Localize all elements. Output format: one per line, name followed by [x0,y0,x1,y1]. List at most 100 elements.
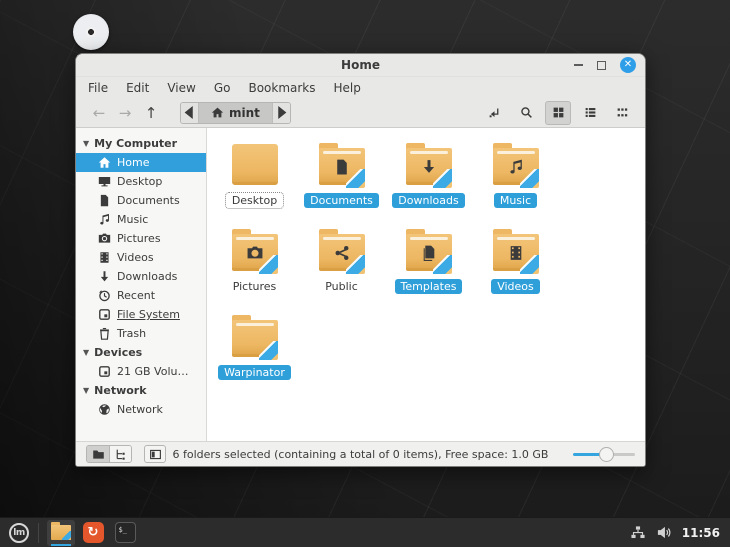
list-view-icon [584,106,597,119]
titlebar[interactable]: Home ✕ [76,54,645,77]
statusbar: 6 folders selected (containing a total o… [76,441,645,466]
sidebar-section-computer[interactable]: ▼ My Computer [76,134,206,153]
expander-icon[interactable]: ▼ [83,139,89,148]
folder-icon-warpinator [232,320,278,357]
menu-view[interactable]: View [167,81,195,95]
file-view[interactable]: Desktop Documents [207,128,645,441]
icon-view-button[interactable] [545,101,571,125]
file-templates[interactable]: Templates [385,226,472,294]
installer-icon: ↻ [83,522,104,543]
close-button[interactable]: ✕ [620,57,636,73]
drive-icon [98,308,111,321]
volume-icon[interactable] [656,525,672,540]
sidebar-item-videos[interactable]: Videos [76,248,206,267]
monitor-icon [98,175,111,188]
clock[interactable]: 11:56 [682,526,720,540]
sidebar-item-pictures[interactable]: Pictures [76,229,206,248]
menubar: File Edit View Go Bookmarks Help [76,77,645,98]
file-desktop[interactable]: Desktop [211,140,298,208]
taskbar-terminal-app[interactable]: $_ [111,520,139,546]
breadcrumb-right-arrow[interactable] [272,103,290,123]
home-icon [211,106,224,119]
sidebar-item-volume[interactable]: 21 GB Volu… [76,362,206,381]
file-videos[interactable]: Videos [472,226,559,294]
menu-button[interactable]: lm [0,518,38,547]
back-button[interactable]: ← [86,104,112,122]
folder-icon-pictures [232,234,278,271]
clock-icon [98,289,111,302]
toolbar: ← → ↑ mint [76,98,645,128]
expander-icon[interactable]: ▼ [83,386,89,395]
terminal-icon: $_ [115,522,136,543]
file-documents[interactable]: Documents [298,140,385,208]
trash-icon [98,327,111,340]
download-arrow-icon [98,270,111,283]
zoom-slider-handle[interactable] [599,447,614,462]
up-button[interactable]: ↑ [138,104,164,122]
sidebar-item-documents[interactable]: Documents [76,191,206,210]
taskbar-separator [38,523,39,543]
camera-icon [98,232,111,245]
music-note-icon [98,213,111,226]
desktop-background: Instal Home ✕ File Edit View Go Bookmark… [0,0,730,547]
globe-icon [98,403,111,416]
file-warpinator[interactable]: Warpinator [211,312,298,380]
sidebar: ▼ My Computer Home Desktop Documents [76,128,207,441]
zoom-slider[interactable] [573,453,635,456]
file-manager-icon [51,525,71,540]
grid-view-icon [552,106,565,119]
folder-icon-public [319,234,365,271]
expander-icon[interactable]: ▼ [83,348,89,357]
folder-icon-desktop [232,148,278,185]
chevron-left-icon [183,106,196,119]
toggle-location-entry-button[interactable] [481,101,507,125]
window-title: Home [76,58,645,72]
file-public[interactable]: Public [298,226,385,294]
compact-view-icon [616,106,629,119]
sidebar-item-network[interactable]: Network [76,400,206,419]
forward-button[interactable]: → [112,104,138,122]
network-tray-icon[interactable] [630,525,646,540]
sidebar-item-desktop[interactable]: Desktop [76,172,206,191]
list-view-button[interactable] [577,101,603,125]
sidebar-item-music[interactable]: Music [76,210,206,229]
taskbar: lm ↻ $_ 11:56 [0,517,730,547]
menu-help[interactable]: Help [334,81,361,95]
taskbar-files-app[interactable] [47,520,75,546]
search-icon [520,106,533,119]
film-icon [98,251,111,264]
file-music[interactable]: Music [472,140,559,208]
breadcrumb-current[interactable]: mint [199,103,272,123]
menu-bookmarks[interactable]: Bookmarks [248,81,315,95]
sidebar-item-filesystem[interactable]: File System [76,305,206,324]
system-tray: 11:56 [630,525,730,540]
sidebar-section-devices[interactable]: ▼ Devices [76,343,206,362]
home-icon [98,156,111,169]
maximize-button[interactable] [597,61,606,70]
sidebar-section-network[interactable]: ▼ Network [76,381,206,400]
cd-disc-icon [73,14,109,50]
breadcrumb-label: mint [229,106,260,120]
sidebar-item-trash[interactable]: Trash [76,324,206,343]
file-downloads[interactable]: Downloads [385,140,472,208]
zoom-slider-track[interactable] [573,453,635,456]
chevron-right-icon [275,106,288,119]
breadcrumb-left-arrow[interactable] [181,103,199,123]
menu-file[interactable]: File [88,81,108,95]
document-icon [98,194,111,207]
sidebar-item-home[interactable]: Home [76,153,206,172]
folder-icon-templates [406,234,452,271]
sidebar-item-recent[interactable]: Recent [76,286,206,305]
search-button[interactable] [513,101,539,125]
file-manager-window: Home ✕ File Edit View Go Bookmarks Help … [75,53,646,467]
menu-go[interactable]: Go [214,81,231,95]
folder-icon-music [493,148,539,185]
menu-edit[interactable]: Edit [126,81,149,95]
compact-view-button[interactable] [609,101,635,125]
minimize-button[interactable] [574,64,583,66]
drive-icon [98,365,111,378]
sidebar-item-downloads[interactable]: Downloads [76,267,206,286]
file-pictures[interactable]: Pictures [211,226,298,294]
folder-icon-documents [319,148,365,185]
taskbar-installer-app[interactable]: ↻ [79,520,107,546]
